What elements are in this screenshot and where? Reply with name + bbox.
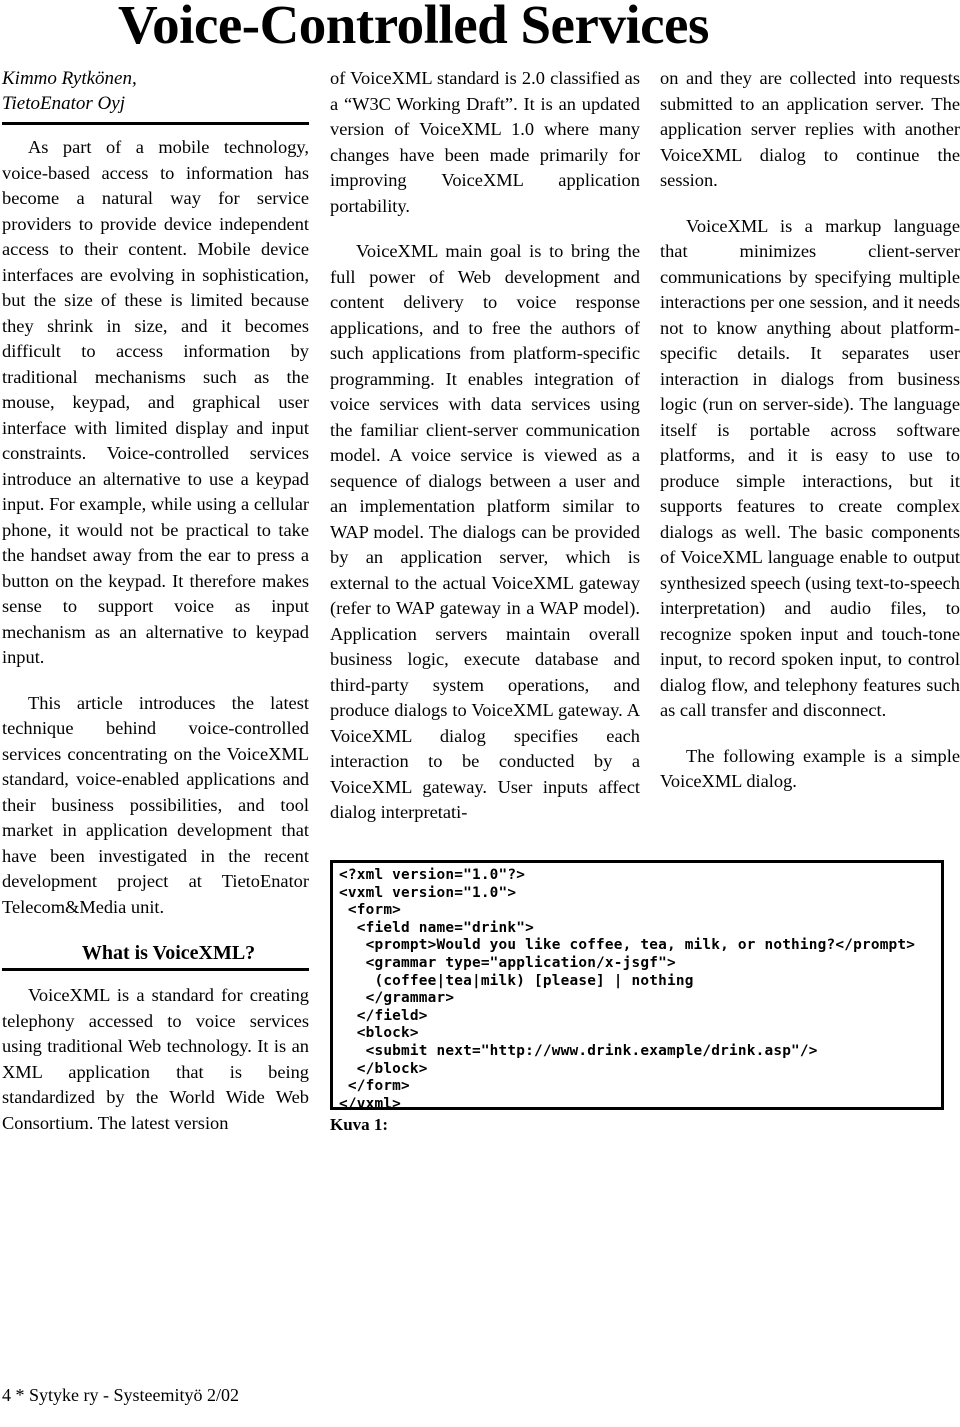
- paragraph: VoiceXML is a standard for creating tele…: [2, 985, 309, 1133]
- byline-text: Kimmo Rytkönen, TietoEnator Oyj: [2, 68, 137, 114]
- paragraph: As part of a mobile technology, voice-ba…: [2, 137, 309, 667]
- paragraph: on and they are collected into requests …: [660, 68, 960, 190]
- byline-divider: [2, 122, 309, 125]
- section-heading-divider: [2, 968, 309, 971]
- masthead: Voice-Controlled Services: [0, 0, 960, 58]
- figure-caption: Kuva 1:: [330, 1115, 389, 1134]
- section-heading: What is VoiceXML?: [81, 942, 256, 964]
- document-page: Voice-Controlled Services Kimmo Rytkönen…: [0, 0, 960, 1427]
- paragraph: of VoiceXML standard is 2.0 classified a…: [330, 68, 640, 216]
- column-left: Kimmo Rytkönen, TietoEnator Oyj As part …: [2, 66, 309, 1136]
- paragraph: This article introduces the latest techn…: [2, 692, 309, 917]
- code-listing-text: <?xml version="1.0"?> <vxml version="1.0…: [339, 867, 916, 1110]
- byline: Kimmo Rytkönen, TietoEnator Oyj: [2, 66, 309, 116]
- column-middle: of VoiceXML standard is 2.0 classified a…: [330, 66, 640, 826]
- page-title: Voice-Controlled Services: [118, 0, 709, 55]
- page-footer: 4 * Sytyke ry - Systeemityö 2/02: [2, 1385, 239, 1405]
- paragraph: VoiceXML main goal is to bring the full …: [330, 241, 640, 822]
- paragraph: VoiceXML is a markup language that minim…: [660, 215, 960, 721]
- paragraph: The following example is a simple VoiceX…: [660, 745, 960, 792]
- code-listing-box: <?xml version="1.0"?> <vxml version="1.0…: [330, 860, 944, 1110]
- column-right: on and they are collected into requests …: [660, 66, 960, 795]
